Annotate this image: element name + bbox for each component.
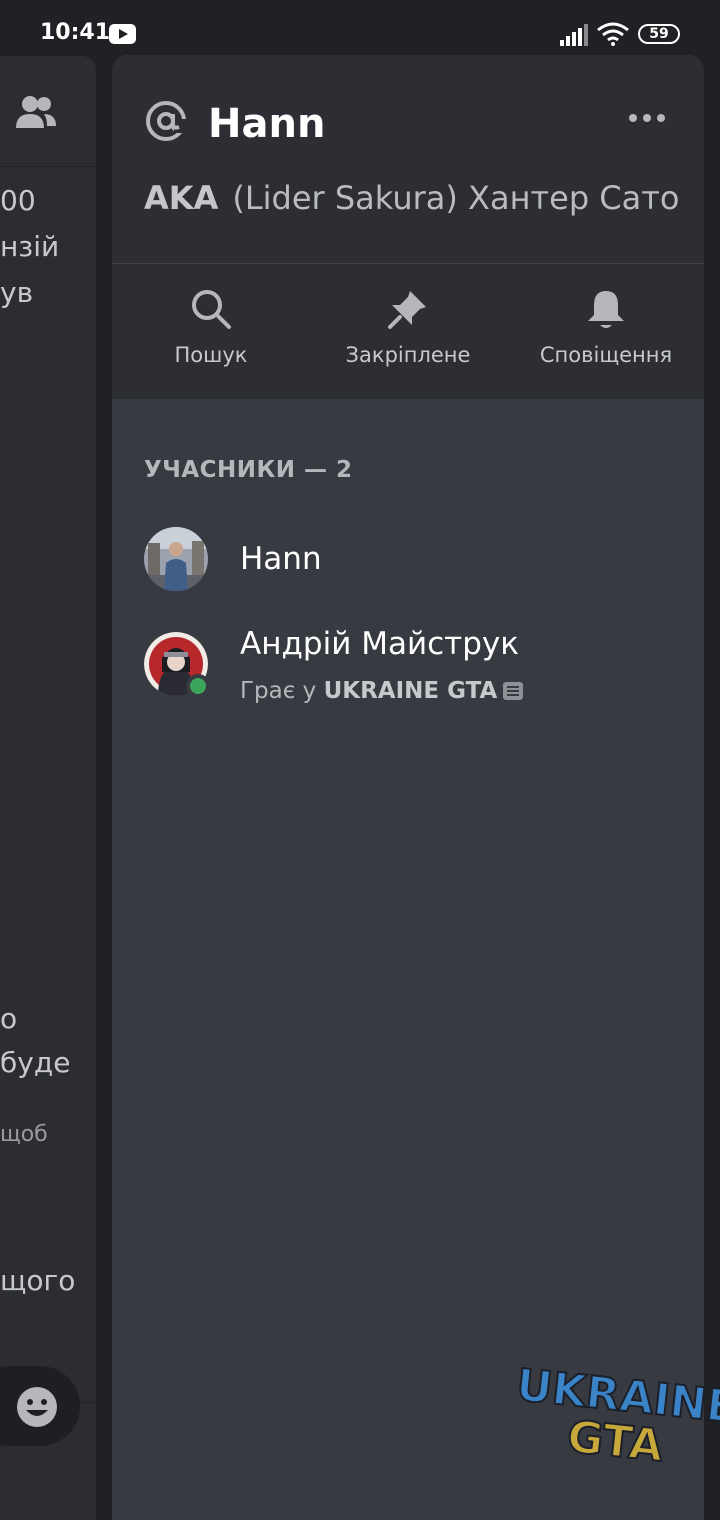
search-label: Пошук — [174, 343, 248, 367]
activity-game: UKRAINE GTA — [323, 678, 498, 704]
member-activity: Грає у UKRAINE GTA — [240, 678, 524, 704]
member-name: Hann — [240, 541, 322, 577]
background-panel-header — [0, 56, 96, 167]
bell-icon — [588, 291, 624, 328]
pinned-button[interactable]: Закріплене — [318, 287, 498, 367]
members-icon[interactable] — [14, 94, 58, 130]
emoji-icon[interactable] — [16, 1386, 58, 1428]
dm-title: Hann — [208, 101, 326, 147]
member-name: Андрій Майструк — [240, 626, 519, 662]
aka-row: AKA (Lider Sakura) Хантер Сато — [144, 179, 679, 217]
youtube-notification-icon — [109, 24, 136, 44]
background-text-fragment: о — [0, 1002, 18, 1035]
background-text-fragment: щого — [0, 1264, 76, 1297]
at-sign-icon — [146, 101, 186, 141]
notifications-button[interactable]: Сповіщення — [516, 287, 696, 367]
search-button[interactable]: Пошук — [121, 287, 301, 367]
notifications-label: Сповіщення — [539, 343, 673, 367]
background-text-fragment: 00 — [0, 184, 36, 217]
ukraine-gta-watermark: UKRAINE GTA — [513, 1360, 720, 1470]
member-item[interactable]: Андрій Майструк Грає у UKRAINE GTA — [144, 626, 684, 704]
watermark-line-2: GTA — [565, 1411, 666, 1470]
members-section-title: УЧАСНИКИ — 2 — [144, 457, 353, 483]
background-text-fragment: нзій — [0, 230, 60, 263]
more-options-icon[interactable] — [628, 111, 666, 125]
background-channel-panel: 00 нзій ув о буде щоб щого — [0, 56, 96, 1520]
battery-indicator: 59 — [638, 24, 680, 44]
online-status-dot — [186, 674, 210, 698]
activity-prefix: Грає у — [240, 678, 324, 704]
rich-presence-icon — [503, 682, 524, 700]
aka-label: AKA — [144, 179, 219, 217]
wifi-icon — [597, 22, 629, 46]
avatar — [144, 527, 208, 591]
divider — [112, 263, 704, 264]
dm-details-drawer: Hann AKA (Lider Sakura) Хантер Сато Пошук… — [112, 55, 704, 1520]
search-icon — [192, 290, 231, 329]
drawer-header: Hann AKA (Lider Sakura) Хантер Сато Пошук… — [112, 55, 704, 399]
status-time: 10:41 — [40, 20, 111, 45]
pinned-label: Закріплене — [345, 343, 471, 367]
background-text-fragment: буде — [0, 1046, 71, 1079]
pin-icon — [388, 291, 426, 329]
background-text-fragment: ув — [0, 276, 34, 309]
aka-names: (Lider Sakura) Хантер Сато — [232, 179, 680, 217]
member-item[interactable]: Hann — [144, 527, 684, 597]
signal-icon — [560, 24, 588, 46]
background-text-fragment: щоб — [0, 1122, 48, 1147]
